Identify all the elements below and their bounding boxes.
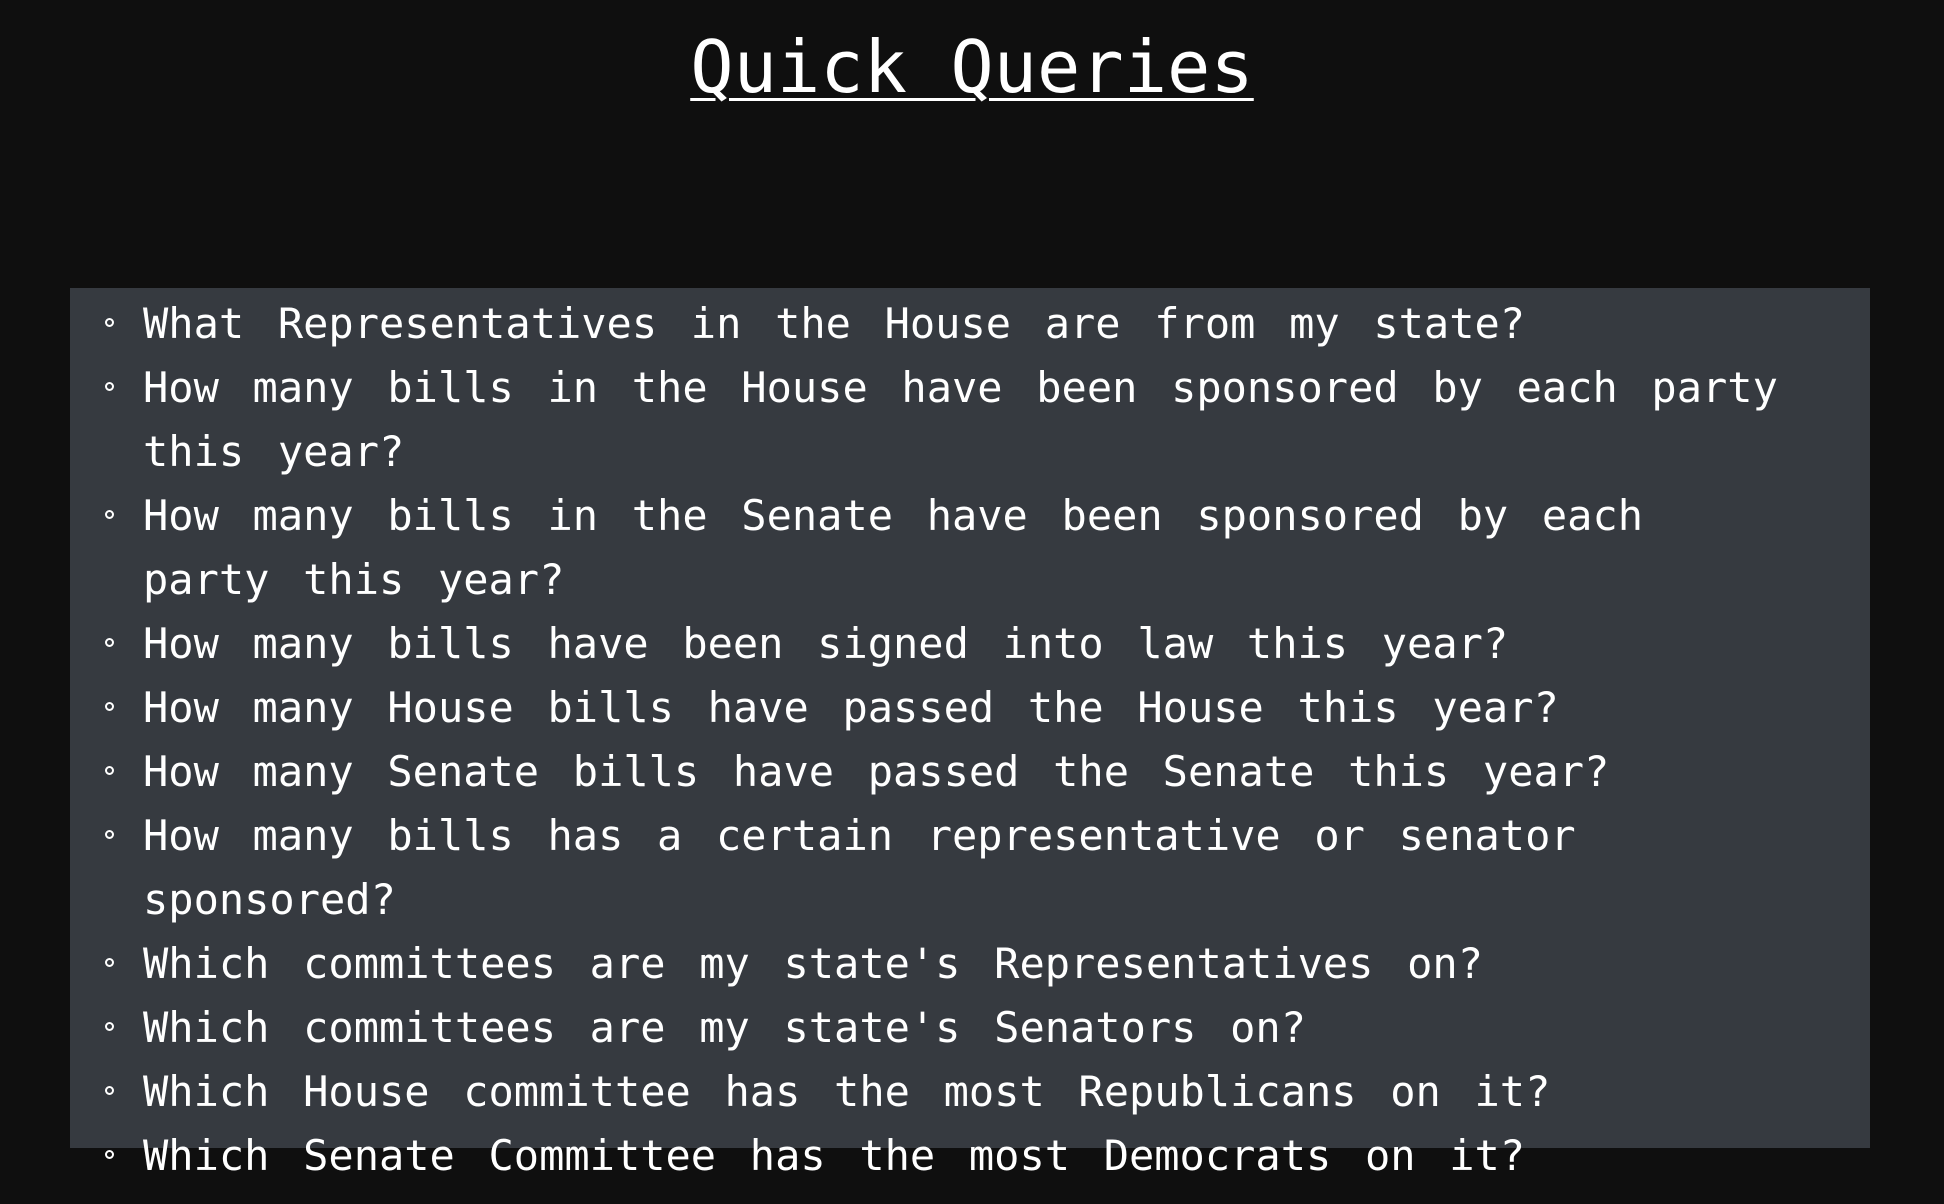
page-title: Quick Queries (690, 25, 1254, 109)
query-item-house-committee-most-republicans[interactable]: Which House committee has the most Repub… (105, 1060, 1793, 1124)
hollow-circle-bullet-icon (105, 766, 114, 775)
query-item-house-bills-by-party[interactable]: How many bills in the House have been sp… (105, 356, 1793, 484)
quick-queries-list: What Representatives in the House are fr… (70, 292, 1870, 1188)
query-text: What Representatives in the House are fr… (143, 299, 1526, 348)
hollow-circle-bullet-icon (105, 638, 114, 647)
query-item-senate-committee-most-democrats[interactable]: Which Senate Committee has the most Demo… (105, 1124, 1793, 1188)
query-text: Which committees are my state's Represen… (143, 939, 1483, 988)
page: Quick Queries What Representatives in th… (0, 0, 1944, 1204)
hollow-circle-bullet-icon (105, 318, 114, 327)
quick-queries-panel: What Representatives in the House are fr… (70, 288, 1870, 1180)
query-item-senate-bills-passed-senate[interactable]: How many Senate bills have passed the Se… (105, 740, 1793, 804)
query-text: How many bills has a certain representat… (143, 811, 1576, 924)
hollow-circle-bullet-icon (105, 1086, 114, 1095)
query-item-representatives-committees[interactable]: Which committees are my state's Represen… (105, 932, 1793, 996)
query-text: Which House committee has the most Repub… (143, 1067, 1551, 1116)
query-text: How many Senate bills have passed the Se… (143, 747, 1610, 796)
query-item-senators-committees[interactable]: Which committees are my state's Senators… (105, 996, 1793, 1060)
query-text: How many House bills have passed the Hou… (143, 683, 1559, 732)
query-text: How many bills in the Senate have been s… (143, 491, 1644, 604)
query-item-house-representatives-from-state[interactable]: What Representatives in the House are fr… (105, 292, 1793, 356)
query-text: Which Senate Committee has the most Demo… (143, 1131, 1526, 1180)
query-text: Which committees are my state's Senators… (143, 1003, 1306, 1052)
hollow-circle-bullet-icon (105, 958, 114, 967)
hollow-circle-bullet-icon (105, 702, 114, 711)
query-text: How many bills in the House have been sp… (143, 363, 1778, 476)
query-item-house-bills-passed-house[interactable]: How many House bills have passed the Hou… (105, 676, 1793, 740)
query-item-bills-signed-into-law[interactable]: How many bills have been signed into law… (105, 612, 1793, 676)
hollow-circle-bullet-icon (105, 1150, 114, 1159)
query-item-senate-bills-by-party[interactable]: How many bills in the Senate have been s… (105, 484, 1793, 612)
hollow-circle-bullet-icon (105, 382, 114, 391)
hollow-circle-bullet-icon (105, 1022, 114, 1031)
hollow-circle-bullet-icon (105, 510, 114, 519)
query-item-bills-sponsored-by-member[interactable]: How many bills has a certain representat… (105, 804, 1793, 932)
query-text: How many bills have been signed into law… (143, 619, 1509, 668)
hollow-circle-bullet-icon (105, 830, 114, 839)
